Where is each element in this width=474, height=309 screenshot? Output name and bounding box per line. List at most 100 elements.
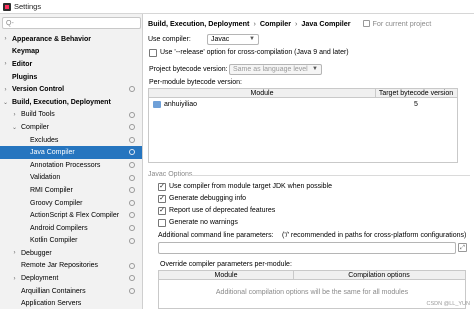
breadcrumb-part-build: Build, Execution, Deployment [148, 19, 250, 28]
settings-search-field[interactable]: Q- [2, 17, 141, 29]
sidebar-item-label: Arquillian Containers [21, 287, 86, 295]
project-settings-icon [129, 174, 135, 181]
chevron-right-icon[interactable]: › [11, 112, 18, 118]
use-target-jdk-label: Use compiler from module target JDK when… [169, 183, 333, 190]
sidebar-item-label: Android Compilers [30, 224, 88, 232]
additional-params-input[interactable] [158, 242, 456, 254]
sidebar-item-label: Build, Execution, Deployment [12, 98, 111, 106]
chevron-down-icon: ▼ [312, 66, 318, 72]
module-bytecode-table[interactable]: Module Target bytecode version anhuiyili… [148, 88, 458, 163]
sidebar-item-java-compiler[interactable]: Java Compiler [0, 146, 142, 159]
sidebar-item-actionscript-flex-compiler[interactable]: ActionScript & Flex Compiler [0, 209, 142, 222]
deprecated-features-checkbox[interactable]: ✓ [158, 207, 166, 215]
project-settings-icon [129, 111, 135, 118]
module-column-header[interactable]: Module [149, 89, 375, 98]
sidebar-item-build-execution-deployment[interactable]: ⌄ Build, Execution, Deployment [0, 96, 142, 109]
window-titlebar: Settings [0, 0, 474, 14]
project-bytecode-label: Project bytecode version: [149, 66, 228, 73]
intellij-app-icon [3, 2, 11, 11]
project-scope-icon [362, 20, 370, 27]
sidebar-item-compiler[interactable]: ⌄ Compiler [0, 121, 142, 134]
scope-label: For current project [372, 19, 432, 28]
project-settings-icon [129, 199, 135, 206]
project-settings-icon [129, 262, 135, 269]
breadcrumb-part-java-compiler: Java Compiler [301, 19, 351, 28]
no-warnings-checkbox[interactable] [158, 219, 166, 227]
debugging-info-checkbox[interactable]: ✓ [158, 195, 166, 203]
chevron-down-icon[interactable]: ⌄ [11, 124, 18, 131]
breadcrumb-part-compiler: Compiler [259, 19, 291, 28]
sidebar-item-validation[interactable]: Validation [0, 172, 142, 185]
use-compiler-select[interactable]: Javac ▼ [207, 34, 259, 45]
sidebar-item-label: Java Compiler [30, 149, 75, 157]
sidebar-item-arquillian-containers[interactable]: Arquillian Containers [0, 285, 142, 298]
expand-icon[interactable]: ⤢ [458, 243, 467, 252]
chevron-down-icon[interactable]: ⌄ [2, 99, 9, 106]
override-params-label: Override compiler parameters per-module: [160, 261, 292, 268]
release-option-checkbox[interactable] [149, 49, 157, 57]
sidebar-item-label: Appearance & Behavior [12, 35, 91, 43]
module-folder-icon [153, 100, 161, 108]
sidebar-item-label: Annotation Processors [30, 161, 101, 169]
sidebar-item-debugger[interactable]: › Debugger [0, 247, 142, 260]
sidebar-item-kotlin-compiler[interactable]: Kotlin Compiler [0, 235, 142, 248]
project-settings-icon [129, 149, 135, 156]
sidebar-item-version-control[interactable]: › Version Control [0, 83, 142, 96]
sidebar-item-label: Validation [30, 174, 61, 182]
debugging-info-label: Generate debugging info [169, 195, 247, 202]
compilation-options-column-header[interactable]: Compilation options [293, 271, 465, 280]
release-option-label: Use '--release' option for cross-compila… [160, 49, 349, 56]
sidebar-item-editor[interactable]: › Editor [0, 58, 142, 71]
chevron-right-icon[interactable]: › [2, 36, 9, 42]
settings-sidebar: Q- › Appearance & Behavior Keymap › Editor Pl… [0, 14, 143, 309]
module-target-version[interactable]: 5 [375, 101, 457, 108]
sidebar-item-label: RMI Compiler [30, 186, 73, 194]
sidebar-item-plugins[interactable]: Plugins [0, 71, 142, 84]
sidebar-item-label: Application Servers [21, 300, 82, 308]
sidebar-item-annotation-processors[interactable]: Annotation Processors [0, 159, 142, 172]
sidebar-item-label: Compiler [21, 123, 50, 131]
breadcrumb-separator: › [295, 19, 298, 28]
sidebar-item-keymap[interactable]: Keymap [0, 46, 142, 59]
project-settings-icon [129, 161, 135, 168]
breadcrumb: Build, Execution, Deployment › Compiler … [148, 18, 431, 29]
scope-indicator: For current project [362, 19, 432, 28]
sidebar-item-excludes[interactable]: Excludes [0, 134, 142, 147]
sidebar-item-build-tools[interactable]: › Build Tools [0, 109, 142, 122]
project-settings-icon [129, 86, 135, 93]
sidebar-item-groovy-compiler[interactable]: Groovy Compiler [0, 197, 142, 210]
per-module-label: Per-module bytecode version: [149, 79, 242, 86]
column-divider [375, 89, 376, 98]
window-title: Settings [14, 2, 42, 11]
sidebar-item-deployment[interactable]: › Deployment [0, 272, 142, 285]
target-column-header[interactable]: Target bytecode version [375, 89, 457, 98]
sidebar-item-label: Excludes [30, 136, 59, 144]
sidebar-item-label: Kotlin Compiler [30, 237, 78, 245]
sidebar-item-appearance-behavior[interactable]: › Appearance & Behavior [0, 33, 142, 46]
module-name: anhuiyiliao [164, 100, 198, 108]
chevron-right-icon[interactable]: › [11, 276, 18, 282]
override-module-column-header[interactable]: Module [159, 271, 293, 280]
chevron-down-icon: ▼ [249, 36, 255, 42]
sidebar-item-label: Editor [12, 60, 33, 68]
sidebar-item-remote-jar-repositories[interactable]: Remote Jar Repositories [0, 260, 142, 273]
javac-options-section-title: Javac Options [148, 171, 193, 178]
override-params-table[interactable]: Module Compilation options Additional co… [158, 270, 466, 309]
sidebar-item-label: Debugger [21, 249, 52, 257]
use-target-jdk-checkbox[interactable]: ✓ [158, 183, 166, 191]
chevron-right-icon[interactable]: › [2, 61, 9, 67]
sidebar-item-label: ActionScript & Flex Compiler [30, 212, 120, 220]
project-bytecode-select[interactable]: Same as language level ▼ [229, 64, 322, 75]
sidebar-item-label: Keymap [12, 48, 40, 56]
watermark: CSDN @LL_YUN [426, 301, 470, 307]
sidebar-item-rmi-compiler[interactable]: RMI Compiler [0, 184, 142, 197]
search-icon: Q- [6, 19, 14, 27]
additional-params-hint: ('/' recommended in paths for cross-plat… [282, 232, 467, 239]
sidebar-item-label: Deployment [21, 275, 59, 283]
chevron-right-icon[interactable]: › [11, 250, 18, 256]
table-row[interactable]: anhuiyiliao 5 [149, 99, 457, 109]
sidebar-item-android-compilers[interactable]: Android Compilers [0, 222, 142, 235]
chevron-right-icon[interactable]: › [2, 87, 9, 93]
sidebar-item-application-servers[interactable]: Application Servers [0, 297, 142, 309]
sidebar-item-label: Plugins [12, 73, 38, 81]
